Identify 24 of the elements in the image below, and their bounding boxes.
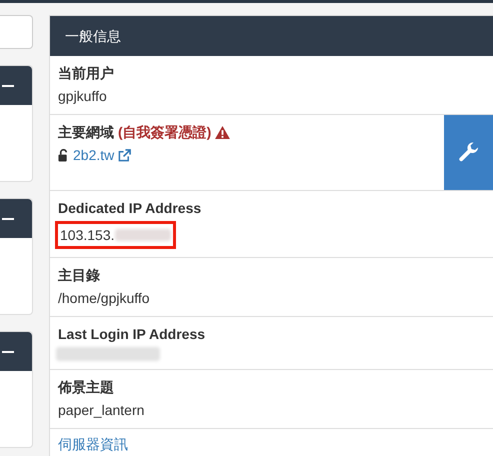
- field-label: Last Login IP Address: [58, 325, 206, 344]
- wrench-icon: [456, 140, 480, 164]
- panel-header[interactable]: [0, 332, 32, 371]
- settings-button[interactable]: [444, 115, 493, 190]
- domain-link[interactable]: 2b2.tw: [73, 145, 114, 165]
- field-value: /home/gpjkuffo: [58, 289, 151, 308]
- panel-title: 一般信息: [50, 16, 493, 56]
- field-label: Dedicated IP Address: [58, 199, 202, 218]
- field-label: 佈景主題: [58, 378, 114, 397]
- external-link-icon[interactable]: [118, 148, 132, 162]
- search-field[interactable]: [0, 15, 33, 49]
- field-value: paper_lantern: [58, 401, 146, 420]
- redacted-blur: [114, 229, 170, 241]
- ip-address: 103.153.: [60, 226, 114, 245]
- field-label: 主目錄: [58, 266, 100, 285]
- unlock-icon: [58, 148, 69, 162]
- server-info-link[interactable]: 伺服器資訊: [58, 435, 128, 453]
- panel-header[interactable]: [0, 66, 32, 105]
- field-label: 主要網域: [58, 123, 114, 142]
- field-value: gpjkuffo: [58, 87, 108, 106]
- warning-icon: [215, 126, 230, 138]
- field-label: 当前用户: [58, 64, 114, 83]
- panel-header[interactable]: [0, 199, 32, 238]
- warning-text: (自我簽署憑證): [118, 123, 212, 142]
